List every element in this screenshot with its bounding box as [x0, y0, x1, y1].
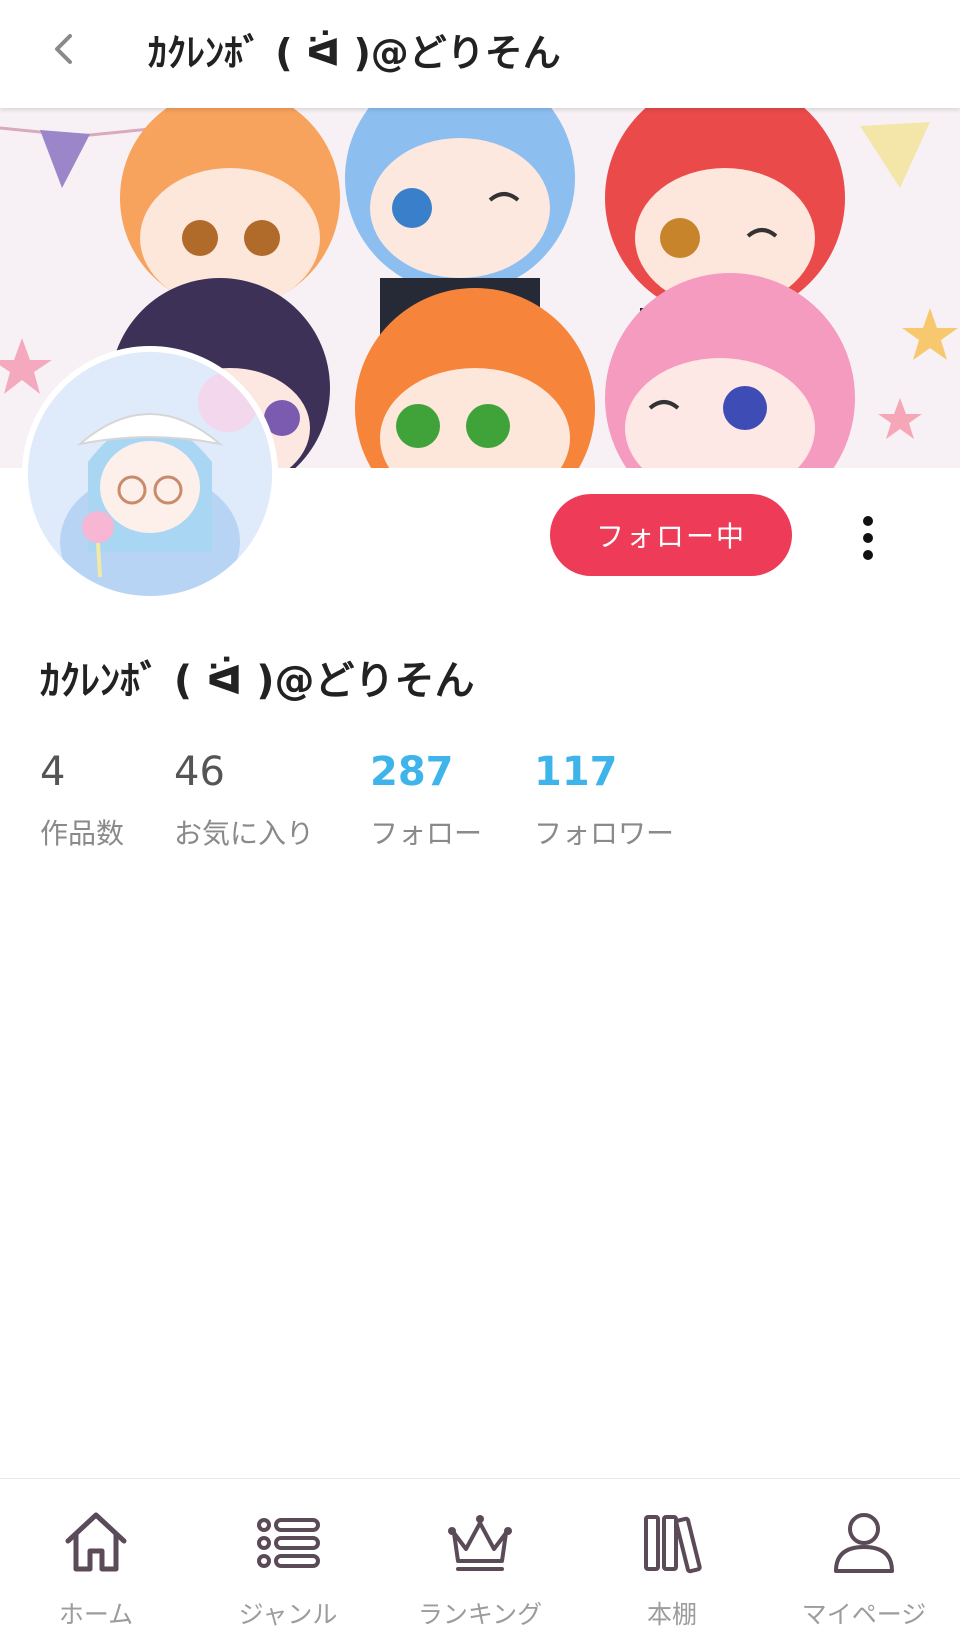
- chevron-left-icon: [55, 34, 72, 64]
- stat-works-count: 4: [40, 749, 66, 795]
- stat-followers[interactable]: 117 フォロワー: [534, 748, 674, 852]
- bookshelf-icon: [644, 1515, 702, 1574]
- home-icon: [65, 1512, 127, 1572]
- stat-favorites[interactable]: 46 お気に入り: [174, 748, 314, 852]
- nav-item-ranking[interactable]: ランキング: [384, 1479, 576, 1638]
- back-button[interactable]: [40, 24, 90, 74]
- nav-bookshelf-label: 本棚: [646, 1600, 697, 1629]
- more-options-button[interactable]: [848, 510, 888, 566]
- follow-button[interactable]: フォロー中: [550, 494, 792, 576]
- crown-icon: [448, 1515, 512, 1571]
- stat-following-count: 287: [370, 749, 454, 795]
- nav-item-mypage[interactable]: マイページ: [768, 1479, 960, 1638]
- nav-genre-label: ジャンル: [238, 1600, 338, 1629]
- nav-item-home[interactable]: ホーム: [0, 1479, 192, 1638]
- stat-works-label: 作品数: [40, 817, 125, 850]
- nav-home-label: ホーム: [58, 1600, 134, 1629]
- person-icon: [834, 1513, 894, 1573]
- header-title: ｶｸﾚﾝﾎﾞ ( ᐛ )@どりそん: [148, 31, 561, 75]
- nav-mypage-label: マイページ: [801, 1600, 927, 1629]
- nav-ranking-label: ランキング: [417, 1600, 543, 1629]
- stat-followers-label: フォロワー: [534, 817, 675, 850]
- stat-favorites-count: 46: [174, 749, 225, 795]
- nav-item-genre[interactable]: ジャンル: [192, 1479, 384, 1638]
- stat-following[interactable]: 287 フォロー: [370, 748, 482, 852]
- stat-following-label: フォロー: [370, 817, 483, 850]
- app-header: ｶｸﾚﾝﾎﾞ ( ᐛ )@どりそん: [0, 0, 960, 108]
- list-icon: [257, 1518, 320, 1568]
- nav-item-bookshelf[interactable]: 本棚: [576, 1479, 768, 1638]
- profile-name: ｶｸﾚﾝﾎﾞ ( ᐛ )@どりそん: [40, 658, 475, 704]
- stat-works[interactable]: 4 作品数: [40, 748, 124, 852]
- avatar[interactable]: [22, 346, 278, 602]
- stat-followers-count: 117: [534, 749, 618, 795]
- stat-favorites-label: お気に入り: [174, 817, 315, 850]
- bottom-navigation: ホーム ジャンル ランキング 本棚 マイページ: [0, 1478, 960, 1638]
- more-vertical-icon: [863, 516, 873, 526]
